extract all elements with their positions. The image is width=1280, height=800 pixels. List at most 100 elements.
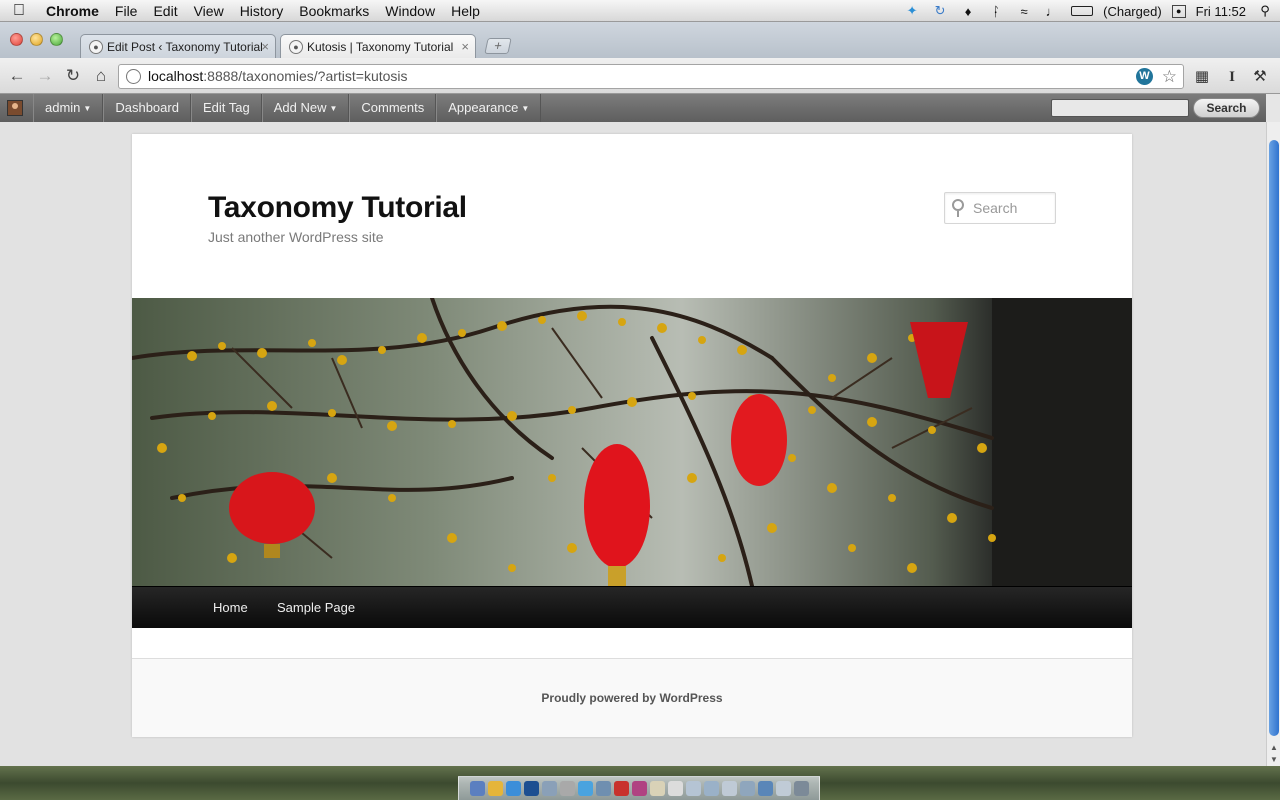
finder-icon[interactable] (469, 781, 485, 796)
nav-sample-page[interactable]: Sample Page (277, 587, 355, 629)
folder-icon[interactable] (757, 781, 773, 796)
site-title[interactable]: Taxonomy Tutorial (208, 191, 467, 225)
footer-credit-link[interactable]: Proudly powered by WordPress (132, 691, 1132, 705)
scroll-thumb[interactable] (1269, 140, 1279, 736)
menu-history[interactable]: History (232, 3, 292, 19)
new-tab-button[interactable]: + (484, 38, 512, 54)
page-viewport: Taxonomy Tutorial Just another WordPress… (0, 122, 1266, 766)
tab-edit-post[interactable]: ● Edit Post ‹ Taxonomy Tutorial × (80, 34, 276, 58)
indesign-icon[interactable] (631, 781, 647, 796)
menubar-status-area: ✦ ↻ ♦ ᛛ ≈ ♩ (Charged) ● Fri 11:52 ⚲ (903, 0, 1274, 22)
macos-dock (458, 776, 820, 800)
volume-icon[interactable]: ♩ (1043, 3, 1061, 19)
wordpress-icon[interactable]: W (1136, 68, 1153, 85)
tab-strip: ● Edit Post ‹ Taxonomy Tutorial × ● Kuto… (0, 22, 1280, 58)
admin-bar-appearance[interactable]: Appearance ▼ (436, 94, 542, 122)
app-icon[interactable] (559, 781, 575, 796)
tab-title: Kutosis | Taxonomy Tutorial (307, 40, 454, 54)
minimize-window-button[interactable] (30, 33, 43, 46)
reload-icon[interactable]: ↻ (62, 66, 84, 86)
vertical-scrollbar[interactable]: ▲ ▼ (1266, 122, 1280, 766)
app-icon[interactable] (613, 781, 629, 796)
menu-file[interactable]: File (107, 3, 146, 19)
main-navigation: Home Sample Page (132, 586, 1132, 628)
menu-app-name[interactable]: Chrome (38, 3, 107, 19)
evernote-icon[interactable]: ♦ (959, 3, 977, 19)
safari-icon[interactable] (505, 781, 521, 796)
browser-toolbar: ← → ↻ ⌂ localhost:8888/taxonomies/?artis… (0, 58, 1280, 94)
scroll-up-arrow-icon[interactable]: ▲ (1267, 742, 1280, 754)
site-search-input[interactable]: Search (944, 192, 1056, 224)
folder-icon[interactable] (739, 781, 755, 796)
address-url[interactable]: localhost:8888/taxonomies/?artist=kutosi… (148, 65, 408, 88)
address-bar[interactable]: localhost:8888/taxonomies/?artist=kutosi… (118, 64, 1184, 89)
admin-bar-search-input[interactable] (1051, 99, 1189, 117)
admin-bar-dashboard[interactable]: Dashboard (103, 94, 191, 122)
tab-close-icon[interactable]: × (261, 35, 269, 58)
nav-home[interactable]: Home (213, 587, 248, 629)
back-arrow-icon[interactable]: ← (6, 66, 28, 86)
calendar-extension-icon[interactable]: ▦ (1192, 67, 1212, 87)
avatar[interactable] (7, 100, 23, 116)
close-window-button[interactable] (10, 33, 23, 46)
folder-icon[interactable] (721, 781, 737, 796)
menu-window[interactable]: Window (377, 3, 443, 19)
app-icon[interactable] (649, 781, 665, 796)
scroll-down-arrow-icon[interactable]: ▼ (1267, 754, 1280, 766)
admin-bar-add-new[interactable]: Add New ▼ (261, 94, 350, 122)
admin-bar-search-button[interactable]: Search (1193, 98, 1260, 118)
menubar-clock[interactable]: Fri 11:52 (1196, 4, 1246, 19)
keyboard-flag-icon[interactable]: ● (1171, 4, 1186, 18)
admin-bar-edit-tag[interactable]: Edit Tag (190, 94, 262, 122)
menu-edit[interactable]: Edit (145, 3, 185, 19)
twitter-icon[interactable]: ✦ (903, 3, 921, 19)
admin-bar-comments[interactable]: Comments (349, 94, 437, 122)
caret-down-icon: ▼ (83, 103, 92, 113)
blossom-lantern-photo (132, 298, 1132, 586)
browser-window: ● Edit Post ‹ Taxonomy Tutorial × ● Kuto… (0, 22, 1280, 766)
photoshop-icon[interactable] (523, 781, 539, 796)
globe-icon: ● (289, 40, 303, 54)
menu-help[interactable]: Help (443, 3, 488, 19)
site-description: Just another WordPress site (208, 229, 384, 245)
instapaper-icon[interactable]: I (1222, 67, 1242, 87)
apple-icon[interactable]:  (0, 2, 38, 20)
caret-down-icon: ▼ (329, 103, 338, 113)
forward-arrow-icon[interactable]: → (34, 66, 56, 86)
wrench-icon[interactable]: ⚒ (1250, 67, 1270, 87)
wifi-icon[interactable]: ≈ (1015, 3, 1033, 19)
menu-view[interactable]: View (186, 3, 232, 19)
folder-icon[interactable] (703, 781, 719, 796)
bluetooth-icon[interactable]: ᛛ (987, 3, 1005, 19)
app-icon[interactable] (541, 781, 557, 796)
app-icon[interactable] (595, 781, 611, 796)
header-image[interactable] (132, 298, 1132, 586)
tab-kutosis[interactable]: ● Kutosis | Taxonomy Tutorial × (280, 34, 476, 58)
folder-icon[interactable] (775, 781, 791, 796)
sync-icon[interactable]: ↻ (931, 3, 949, 19)
menu-bookmarks[interactable]: Bookmarks (291, 3, 377, 19)
tab-close-icon[interactable]: × (461, 35, 469, 58)
bookmark-star-icon[interactable]: ☆ (1162, 65, 1177, 88)
window-controls (10, 33, 63, 46)
battery-status[interactable]: (Charged) (1103, 4, 1162, 19)
chrome-icon[interactable] (487, 781, 503, 796)
zoom-window-button[interactable] (50, 33, 63, 46)
page-info-icon[interactable] (126, 69, 141, 84)
search-icon (952, 199, 964, 217)
admin-bar-user-menu[interactable]: admin ▼ (33, 94, 104, 122)
trash-icon[interactable] (793, 781, 809, 796)
app-icon[interactable] (667, 781, 683, 796)
search-placeholder: Search (973, 200, 1018, 216)
app-icon[interactable] (685, 781, 701, 796)
twitter-dock-icon[interactable] (577, 781, 593, 796)
battery-icon[interactable] (1071, 6, 1094, 16)
tab-title: Edit Post ‹ Taxonomy Tutorial (107, 40, 263, 54)
site-footer: Proudly powered by WordPress (132, 658, 1132, 737)
caret-down-icon: ▼ (521, 103, 530, 113)
site-page: Taxonomy Tutorial Just another WordPress… (132, 134, 1132, 737)
spotlight-icon[interactable]: ⚲ (1256, 3, 1274, 19)
wp-admin-bar: admin ▼ Dashboard Edit Tag Add New ▼ Comme… (0, 94, 1266, 122)
home-icon[interactable]: ⌂ (90, 66, 112, 86)
globe-icon: ● (89, 40, 103, 54)
